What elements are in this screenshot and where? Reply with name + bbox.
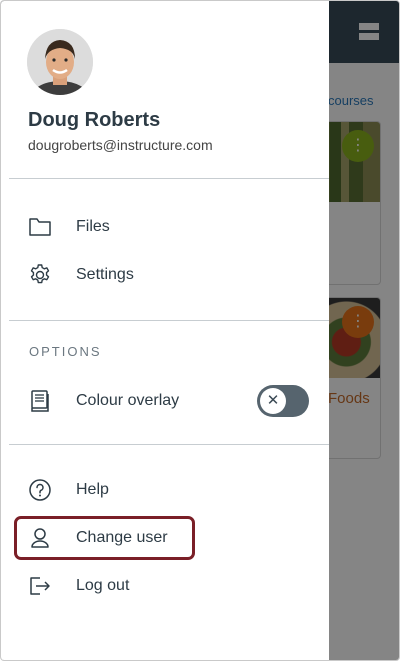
avatar[interactable] [27, 29, 93, 95]
book-icon [27, 388, 53, 414]
menu-item-log-out[interactable]: Log out [15, 564, 305, 608]
menu-item-settings[interactable]: Settings [15, 253, 305, 297]
colour-overlay-row: Colour overlay [15, 379, 245, 423]
folder-icon [27, 214, 53, 240]
divider [9, 320, 329, 321]
colour-overlay-label: Colour overlay [76, 392, 180, 409]
app-frame: courses ⋮ ⋮ Foods Doug Roberts dougrober… [0, 0, 400, 661]
menu-item-help[interactable]: Help [15, 468, 305, 512]
logout-icon [27, 573, 53, 599]
user-name: Doug Roberts [28, 109, 161, 131]
user-email: dougroberts@instructure.com [28, 137, 213, 153]
change-user-highlight [14, 516, 195, 560]
gear-icon [27, 262, 53, 288]
menu-item-label: Help [76, 481, 109, 498]
menu-item-label: Log out [76, 577, 130, 594]
avatar-photo [27, 29, 93, 95]
menu-item-label: Settings [76, 266, 134, 283]
menu-item-files[interactable]: Files [15, 205, 305, 249]
help-icon [27, 477, 53, 503]
options-section-title: OPTIONS [29, 344, 102, 359]
colour-overlay-toggle[interactable]: ✕ [257, 385, 309, 417]
toggle-off-icon: ✕ [260, 388, 286, 414]
profile-drawer: Doug Roberts dougroberts@instructure.com… [1, 1, 329, 660]
divider [9, 444, 329, 445]
menu-item-label: Files [76, 218, 110, 235]
divider [9, 178, 329, 179]
